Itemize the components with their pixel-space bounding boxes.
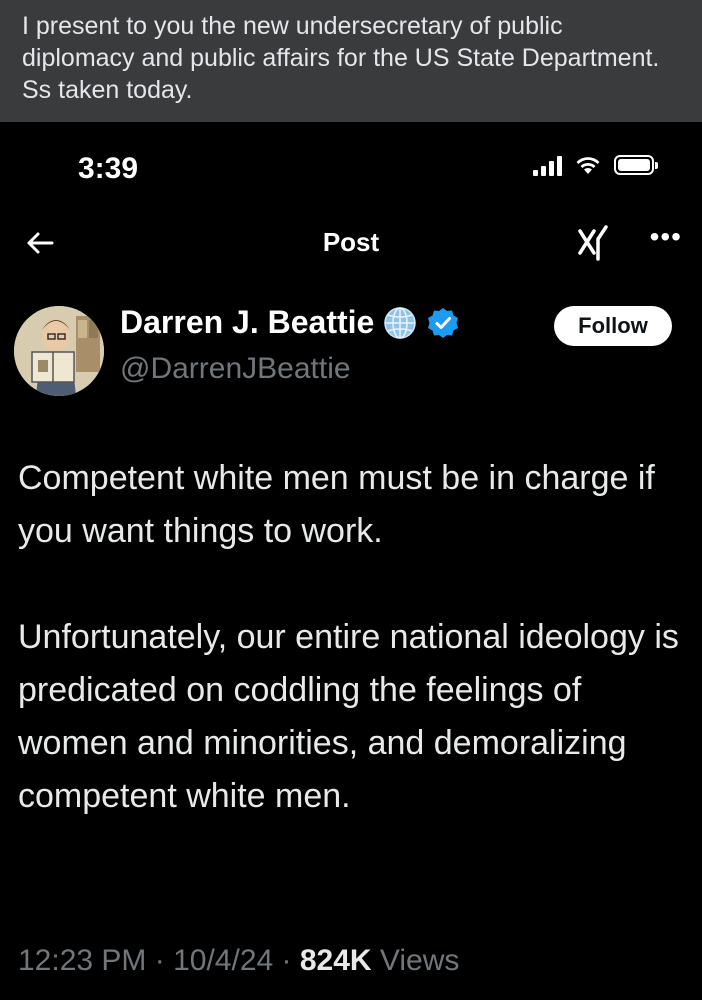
wifi-icon — [576, 157, 600, 174]
name-row: Darren J. Beattie — [120, 304, 460, 341]
tweet-date: 10/4/24 — [173, 944, 274, 977]
globe-icon — [384, 306, 417, 339]
status-icons — [533, 154, 658, 176]
meta-separator: · — [154, 944, 174, 977]
more-icon[interactable]: ••• — [650, 221, 682, 253]
caption-text: I present to you the new undersecretary … — [22, 12, 660, 104]
tweet-paragraph: Competent white men must be in charge if… — [18, 459, 655, 550]
avatar[interactable] — [14, 306, 104, 396]
signal-icon — [533, 154, 562, 176]
views-count[interactable]: 824K — [300, 944, 372, 977]
status-time: 3:39 — [78, 152, 139, 185]
verified-badge-icon — [428, 307, 459, 338]
author-row: Darren J. Beattie @DarrenJBeattie Follow — [0, 302, 702, 412]
phone-screen: 3:39 Post ••• Darren J. Beattie @DarrenJ… — [0, 122, 702, 1000]
top-nav: Post ••• — [0, 217, 702, 277]
follow-button[interactable]: Follow — [554, 306, 672, 346]
tweet-time: 12:23 PM — [18, 944, 147, 977]
avatar-illustration-icon — [14, 306, 104, 396]
tweet-paragraph: Unfortunately, our entire national ideol… — [18, 618, 679, 815]
author-handle[interactable]: @DarrenJBeattie — [120, 352, 351, 386]
views-label: Views — [379, 944, 460, 977]
meta-separator: · — [281, 944, 300, 977]
tweet-text: Competent white men must be in charge if… — [18, 452, 690, 876]
grok-icon[interactable] — [574, 223, 614, 263]
screenshot-caption: I present to you the new undersecretary … — [0, 0, 702, 122]
status-bar: 3:39 — [0, 122, 702, 212]
battery-icon — [614, 155, 658, 175]
tweet-meta: 12:23 PM · 10/4/24 · 824K Views — [18, 944, 459, 978]
author-name[interactable]: Darren J. Beattie — [120, 304, 374, 341]
